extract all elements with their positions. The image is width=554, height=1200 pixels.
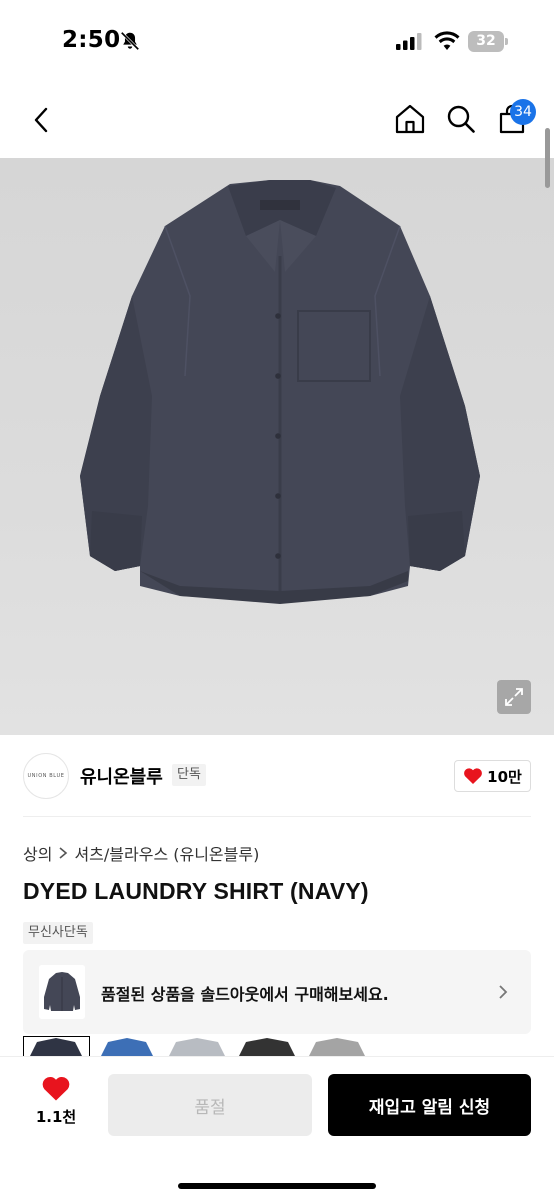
home-icon bbox=[395, 104, 425, 134]
status-time: 2:50 bbox=[62, 27, 121, 53]
brand-name[interactable]: 유니온블루 bbox=[80, 763, 163, 789]
musinsa-exclusive-tag: 무신사단독 bbox=[23, 922, 93, 944]
brand-row: UNION BLUE 유니온블루 단독 10만 bbox=[0, 750, 554, 802]
home-indicator bbox=[178, 1183, 376, 1189]
expand-icon bbox=[505, 688, 523, 706]
brand-logo-text: UNION BLUE bbox=[27, 773, 65, 779]
soldout-thumbnail bbox=[39, 965, 85, 1019]
top-nav bbox=[0, 80, 554, 158]
breadcrumb-item-category[interactable]: 상의 bbox=[23, 841, 52, 865]
product-title: DYED LAUNDRY SHIRT (NAVY) bbox=[23, 878, 369, 904]
bell-slash-icon bbox=[120, 31, 140, 51]
expand-image-button[interactable] bbox=[497, 680, 531, 714]
color-options bbox=[23, 1036, 423, 1058]
divider bbox=[23, 816, 531, 817]
wifi-icon bbox=[434, 31, 460, 50]
brand-exclusive-tag: 단독 bbox=[172, 764, 206, 786]
soldout-banner[interactable]: 품절된 상품을 솔드아웃에서 구매해보세요. bbox=[23, 950, 531, 1034]
color-option-light-gray[interactable] bbox=[164, 1036, 231, 1058]
color-option-black[interactable] bbox=[234, 1036, 301, 1058]
scrollbar[interactable] bbox=[545, 128, 550, 188]
bottom-action-bar: 1.1천 품절 재입고 알림 신청 bbox=[0, 1056, 554, 1200]
search-button[interactable] bbox=[444, 100, 478, 138]
wishlist-button[interactable]: 1.1천 bbox=[26, 1075, 86, 1139]
breadcrumb-item-subcategory[interactable]: 셔츠/블라우스 (유니온블루) bbox=[74, 841, 259, 865]
soldout-button: 품절 bbox=[108, 1074, 312, 1136]
cart-count-badge: 34 bbox=[510, 99, 536, 125]
shirt-photo bbox=[80, 180, 480, 604]
battery-level: 32 bbox=[468, 31, 504, 52]
cellular-signal-icon bbox=[396, 33, 422, 50]
color-option-gray[interactable] bbox=[304, 1036, 371, 1058]
breadcrumb: 상의 셔츠/블라우스 (유니온블루) bbox=[23, 841, 259, 865]
heart-icon bbox=[464, 768, 483, 784]
chevron-right-icon bbox=[59, 847, 68, 859]
color-option-blue[interactable] bbox=[94, 1036, 161, 1058]
chevron-left-icon bbox=[34, 107, 48, 133]
brand-logo[interactable]: UNION BLUE bbox=[23, 753, 69, 799]
brand-like-button[interactable]: 10만 bbox=[454, 760, 531, 792]
heart-icon bbox=[42, 1076, 70, 1101]
chevron-right-icon bbox=[499, 985, 508, 999]
color-option-navy[interactable] bbox=[23, 1036, 90, 1058]
wishlist-count: 1.1천 bbox=[35, 1108, 77, 1126]
battery-icon: 32 bbox=[468, 31, 508, 52]
brand-like-count: 10만 bbox=[487, 767, 522, 786]
status-bar: 2:50 32 bbox=[0, 0, 554, 80]
product-image[interactable] bbox=[0, 158, 554, 735]
search-icon bbox=[447, 105, 475, 133]
soldout-banner-text: 품절된 상품을 솔드아웃에서 구매해보세요. bbox=[101, 985, 389, 1004]
restock-alert-button[interactable]: 재입고 알림 신청 bbox=[328, 1074, 531, 1136]
home-button[interactable] bbox=[392, 100, 428, 138]
back-button[interactable] bbox=[24, 102, 58, 138]
